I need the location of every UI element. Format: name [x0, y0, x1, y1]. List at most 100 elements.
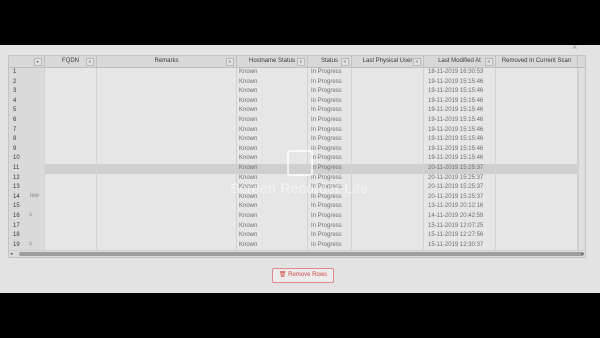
- scroll-right-icon[interactable]: ▸: [581, 251, 584, 257]
- cell-last-modified-at[interactable]: 19-11-2019 15:15:46: [424, 87, 496, 97]
- cell-remarks[interactable]: [97, 125, 237, 136]
- cell-remarks[interactable]: [97, 135, 237, 145]
- cell-last-modified-at[interactable]: 19-11-2019 15:15:46: [424, 125, 496, 136]
- row-number[interactable]: 1: [9, 68, 45, 78]
- cell-removed-in-current-scan[interactable]: [496, 221, 578, 232]
- cell-fqdn[interactable]: [45, 144, 97, 155]
- cell-removed-in-current-scan[interactable]: [496, 164, 578, 174]
- cell-last-modified-at[interactable]: 19-11-2019 15:15:46: [424, 154, 496, 164]
- row-number[interactable]: 4: [9, 96, 45, 107]
- row-number[interactable]: 3: [9, 87, 45, 97]
- cell-hostname-status[interactable]: Known: [237, 221, 308, 232]
- cell-removed-in-current-scan[interactable]: [496, 144, 578, 155]
- close-icon[interactable]: ×: [572, 43, 580, 52]
- cell-remarks[interactable]: [97, 96, 237, 107]
- cell-status[interactable]: In Progress: [308, 77, 352, 88]
- row-number[interactable]: 17: [9, 221, 45, 232]
- row-number[interactable]: 11: [9, 164, 45, 174]
- cell-remarks[interactable]: [97, 87, 237, 97]
- cell-remarks[interactable]: [97, 183, 237, 193]
- table-row[interactable]: 2 Known In Progress 19-11-2019 15:15:46: [9, 77, 585, 88]
- cell-remarks[interactable]: [97, 202, 237, 212]
- cell-removed-in-current-scan[interactable]: [496, 116, 578, 126]
- table-row[interactable]: 16 Known In Progress 14-11-2019 20:42:59: [9, 212, 585, 222]
- cell-status[interactable]: In Progress: [308, 125, 352, 136]
- filter-icon[interactable]: ≡: [485, 58, 493, 66]
- cell-last-modified-at[interactable]: 19-11-2019 15:15:46: [424, 96, 496, 107]
- cell-last-physical-user[interactable]: [352, 231, 424, 241]
- col-header-remarks[interactable]: Remarks ≡: [97, 56, 237, 67]
- table-row[interactable]: 1 Known In Progress 18-11-2019 16:30:53: [9, 68, 585, 78]
- row-number[interactable]: 5: [9, 106, 45, 116]
- cell-fqdn[interactable]: [45, 96, 97, 107]
- cell-last-physical-user[interactable]: [352, 240, 424, 251]
- cell-status[interactable]: In Progress: [308, 154, 352, 164]
- cell-hostname-status[interactable]: Known: [237, 202, 308, 212]
- cell-last-physical-user[interactable]: [352, 68, 424, 78]
- cell-removed-in-current-scan[interactable]: [496, 240, 578, 251]
- filter-icon[interactable]: ≡: [86, 58, 94, 66]
- remove-rows-button[interactable]: 🗑 Remove Rows: [272, 268, 334, 283]
- cell-last-physical-user[interactable]: [352, 125, 424, 136]
- cell-hostname-status[interactable]: Known: [237, 96, 308, 107]
- cell-last-modified-at[interactable]: 19-11-2019 15:15:46: [424, 116, 496, 126]
- row-number[interactable]: 9: [9, 144, 45, 155]
- cell-fqdn[interactable]: [45, 87, 97, 97]
- cell-remarks[interactable]: [97, 164, 237, 174]
- cell-last-modified-at[interactable]: 20-11-2019 15:25:37: [424, 192, 496, 203]
- filter-icon[interactable]: ≡: [297, 58, 305, 66]
- cell-last-physical-user[interactable]: [352, 154, 424, 164]
- cell-last-physical-user[interactable]: [352, 87, 424, 97]
- cell-remarks[interactable]: [97, 106, 237, 116]
- cell-fqdn[interactable]: [45, 106, 97, 116]
- cell-last-physical-user[interactable]: [352, 164, 424, 174]
- cell-last-physical-user[interactable]: [352, 106, 424, 116]
- cell-hostname-status[interactable]: Known: [237, 231, 308, 241]
- cell-last-modified-at[interactable]: 15-11-2019 12:30:37: [424, 240, 496, 251]
- cell-remarks[interactable]: [97, 240, 237, 251]
- horizontal-scroll-thumb[interactable]: [19, 252, 584, 256]
- filter-icon[interactable]: ≡: [226, 58, 234, 66]
- cell-last-modified-at[interactable]: 20-11-2019 15:25:37: [424, 164, 496, 174]
- table-row[interactable]: 7 Known In Progress 19-11-2019 15:15:46: [9, 125, 585, 136]
- cell-status[interactable]: In Progress: [308, 240, 352, 251]
- cell-remarks[interactable]: [97, 212, 237, 222]
- col-header-last-modified-at[interactable]: Last Modified At ≡: [424, 56, 496, 67]
- cell-fqdn[interactable]: [45, 212, 97, 222]
- expand-icon[interactable]: ▸: [34, 58, 42, 66]
- cell-status[interactable]: In Progress: [308, 164, 352, 174]
- cell-hostname-status[interactable]: Known: [237, 77, 308, 88]
- cell-fqdn[interactable]: [45, 221, 97, 232]
- cell-fqdn[interactable]: [45, 192, 97, 203]
- cell-last-modified-at[interactable]: 18-11-2019 16:30:53: [424, 68, 496, 78]
- cell-hostname-status[interactable]: Known: [237, 125, 308, 136]
- cell-last-physical-user[interactable]: [352, 144, 424, 155]
- cell-removed-in-current-scan[interactable]: [496, 173, 578, 184]
- cell-removed-in-current-scan[interactable]: [496, 202, 578, 212]
- cell-hostname-status[interactable]: Known: [237, 68, 308, 78]
- cell-removed-in-current-scan[interactable]: [496, 192, 578, 203]
- cell-last-modified-at[interactable]: 20-11-2019 15:25:37: [424, 173, 496, 184]
- cell-fqdn[interactable]: [45, 135, 97, 145]
- table-row[interactable]: 8 Known In Progress 19-11-2019 15:15:46: [9, 135, 585, 145]
- cell-hostname-status[interactable]: Known: [237, 135, 308, 145]
- row-number[interactable]: 15: [9, 202, 45, 212]
- cell-remarks[interactable]: [97, 231, 237, 241]
- cell-fqdn[interactable]: [45, 240, 97, 251]
- cell-last-modified-at[interactable]: 15-11-2019 12:07:25: [424, 221, 496, 232]
- cell-removed-in-current-scan[interactable]: [496, 77, 578, 88]
- cell-last-physical-user[interactable]: [352, 77, 424, 88]
- cell-removed-in-current-scan[interactable]: [496, 106, 578, 116]
- scroll-left-icon[interactable]: ◂: [10, 251, 13, 257]
- col-header-last-physical-user[interactable]: Last Physical User ≡: [352, 56, 424, 67]
- cell-fqdn[interactable]: [45, 154, 97, 164]
- cell-status[interactable]: In Progress: [308, 87, 352, 97]
- cell-fqdn[interactable]: [45, 125, 97, 136]
- cell-remarks[interactable]: [97, 173, 237, 184]
- cell-last-physical-user[interactable]: [352, 135, 424, 145]
- cell-remarks[interactable]: [97, 144, 237, 155]
- cell-status[interactable]: In Progress: [308, 135, 352, 145]
- row-number[interactable]: 18: [9, 231, 45, 241]
- cell-fqdn[interactable]: [45, 77, 97, 88]
- cell-last-modified-at[interactable]: 20-11-2019 15:25:37: [424, 183, 496, 193]
